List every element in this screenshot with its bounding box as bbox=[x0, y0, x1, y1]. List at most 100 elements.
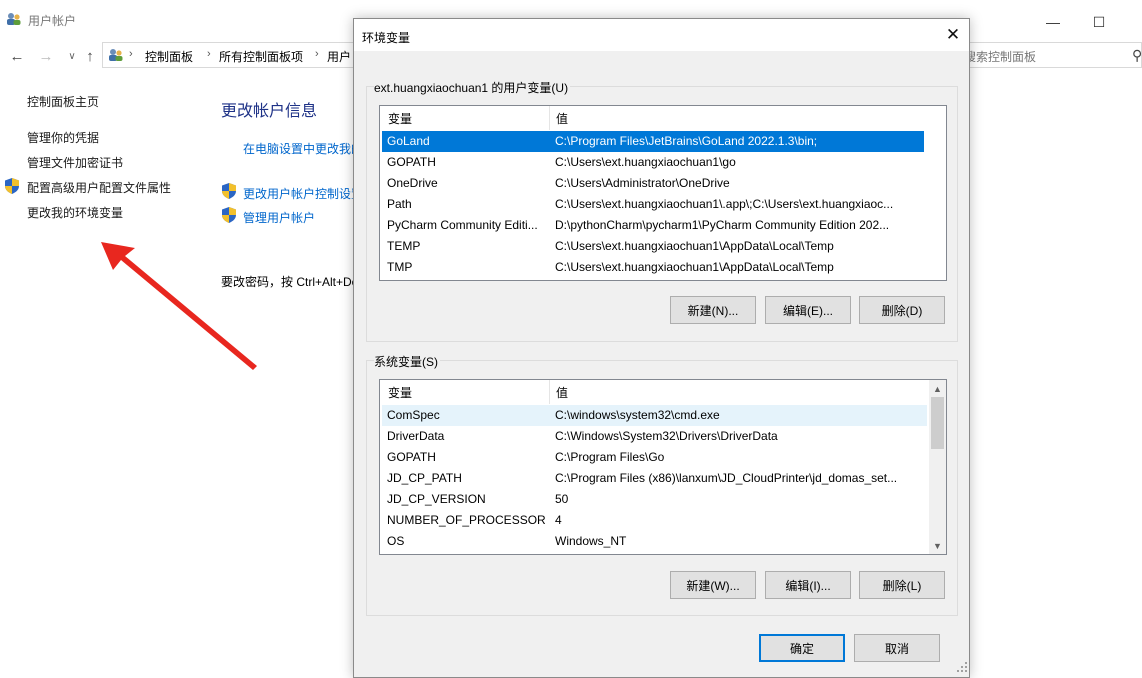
scroll-up-icon[interactable]: ▲ bbox=[929, 380, 946, 397]
link-pc-settings[interactable]: 在电脑设置中更改我的 bbox=[243, 140, 363, 157]
breadcrumb-separator-icon: › bbox=[207, 48, 211, 60]
variable-name: ComSpec bbox=[387, 408, 440, 422]
user-variables-label: ext.huangxiaochuan1 的用户变量(U) bbox=[374, 79, 571, 96]
up-arrow-icon[interactable]: ↑ bbox=[80, 46, 100, 66]
breadcrumb-all-items[interactable]: 所有控制面板项 bbox=[219, 48, 303, 65]
system-new-button[interactable]: 新建(W)... bbox=[670, 571, 756, 599]
window-title: 用户帐户 bbox=[28, 14, 77, 28]
system-variables-list[interactable]: 变量 值 ComSpec C:\windows\system32\cmd.exe D… bbox=[379, 379, 947, 555]
list-row[interactable]: Path C:\Users\ext.huangxiaochuan1\.app\;C… bbox=[382, 194, 924, 215]
ok-button[interactable]: 确定 bbox=[759, 634, 845, 662]
minimize-button[interactable]: — bbox=[1030, 8, 1076, 36]
variable-value: Windows_NT bbox=[555, 534, 627, 548]
variable-value: C:\Windows\System32\Drivers\DriverData bbox=[555, 429, 778, 443]
link-uac-settings[interactable]: 更改用户帐户控制设置 bbox=[243, 185, 363, 202]
dialog-titlebar: 环境变量 ✕ bbox=[354, 19, 969, 51]
user-delete-button[interactable]: 删除(D) bbox=[859, 296, 945, 324]
address-bar[interactable]: › 控制面板 › 所有控制面板项 › 用户 bbox=[102, 42, 360, 68]
variable-name: PyCharm Community Editi... bbox=[387, 218, 538, 232]
variable-value: C:\Users\Administrator\OneDrive bbox=[555, 176, 730, 190]
recent-locations-chevron-icon[interactable]: ∨ bbox=[62, 46, 82, 66]
system-variables-label: 系统变量(S) bbox=[374, 353, 440, 370]
variable-value: C:\Program Files\Go bbox=[555, 450, 665, 464]
list-row[interactable]: GOPATH C:\Users\ext.huangxiaochuan1\go bbox=[382, 152, 924, 173]
column-header-variable[interactable]: 变量 bbox=[388, 110, 412, 127]
list-row[interactable]: ComSpec C:\windows\system32\cmd.exe bbox=[382, 405, 927, 426]
system-delete-button[interactable]: 删除(L) bbox=[859, 571, 945, 599]
column-divider[interactable] bbox=[549, 106, 550, 130]
back-arrow-icon[interactable]: ← bbox=[7, 46, 27, 66]
variable-name: JD_CP_PATH bbox=[387, 471, 462, 485]
variable-value: C:\windows\system32\cmd.exe bbox=[555, 408, 720, 422]
search-icon[interactable]: ⚲ bbox=[1132, 47, 1142, 64]
variable-name: TEMP bbox=[387, 239, 421, 253]
sidebar-link-credentials[interactable]: 管理你的凭据 bbox=[27, 129, 99, 146]
list-header: 变量 值 bbox=[380, 380, 946, 404]
link-manage-accounts[interactable]: 管理用户帐户 bbox=[243, 209, 315, 226]
list-row[interactable]: GoLand C:\Program Files\JetBrains\GoLand … bbox=[382, 131, 924, 152]
variable-name: DriverData bbox=[387, 429, 445, 443]
system-edit-button[interactable]: 编辑(I)... bbox=[765, 571, 851, 599]
environment-variables-dialog: 环境变量 ✕ ext.huangxiaochuan1 的用户变量(U) 变量 值… bbox=[353, 18, 970, 678]
breadcrumb-separator-icon: › bbox=[129, 48, 133, 60]
variable-value: C:\Users\ext.huangxiaochuan1\.app\;C:\Us… bbox=[555, 197, 894, 211]
cancel-button[interactable]: 取消 bbox=[854, 634, 940, 662]
column-header-value[interactable]: 值 bbox=[556, 110, 568, 127]
vertical-scrollbar[interactable]: ▲ ▼ bbox=[929, 380, 946, 554]
variable-name: OS bbox=[387, 534, 405, 548]
uac-shield-icon bbox=[222, 207, 236, 223]
variable-name: OneDrive bbox=[387, 176, 438, 190]
sidebar-link-encryption-certs[interactable]: 管理文件加密证书 bbox=[27, 154, 123, 171]
search-input[interactable]: 搜索控制面板 ⚲ bbox=[962, 42, 1142, 68]
scrollbar-thumb[interactable] bbox=[931, 397, 944, 449]
list-row[interactable]: TEMP C:\Users\ext.huangxiaochuan1\AppData… bbox=[382, 236, 924, 257]
user-accounts-icon bbox=[7, 13, 21, 25]
dialog-title: 环境变量 bbox=[362, 31, 411, 45]
variable-value: C:\Program Files (x86)\lanxum\JD_CloudPr… bbox=[555, 471, 898, 485]
list-row[interactable]: OS Windows_NT bbox=[382, 531, 927, 552]
uac-shield-icon bbox=[5, 178, 19, 194]
sidebar-link-advanced-profile[interactable]: 配置高级用户配置文件属性 bbox=[27, 179, 171, 196]
resize-grip-icon[interactable] bbox=[954, 659, 968, 673]
list-row[interactable]: TMP C:\Users\ext.huangxiaochuan1\AppData\… bbox=[382, 257, 924, 278]
page-title: 更改帐户信息 bbox=[221, 103, 318, 120]
list-row[interactable]: JD_CP_VERSION 50 bbox=[382, 489, 927, 510]
variable-value: D:\pythonCharm\pycharm1\PyCharm Communit… bbox=[555, 218, 890, 232]
annotation-arrow-icon bbox=[101, 242, 257, 370]
column-header-variable[interactable]: 变量 bbox=[388, 384, 412, 401]
list-header: 变量 值 bbox=[380, 106, 946, 130]
breadcrumb-user-accounts[interactable]: 用户 bbox=[327, 48, 351, 65]
sidebar-link-env-vars[interactable]: 更改我的环境变量 bbox=[27, 204, 123, 221]
list-row[interactable]: DriverData C:\Windows\System32\Drivers\Dr… bbox=[382, 426, 927, 447]
uac-shield-icon bbox=[222, 183, 236, 199]
breadcrumb-control-panel[interactable]: 控制面板 bbox=[145, 48, 193, 65]
variable-value: C:\Users\ext.huangxiaochuan1\go bbox=[555, 155, 736, 169]
search-placeholder: 搜索控制面板 bbox=[964, 50, 1037, 64]
variable-name: NUMBER_OF_PROCESSORS bbox=[387, 513, 545, 527]
variable-value: 50 bbox=[555, 492, 569, 506]
user-new-button[interactable]: 新建(N)... bbox=[670, 296, 756, 324]
scroll-down-icon[interactable]: ▼ bbox=[929, 537, 946, 554]
user-variables-list[interactable]: 变量 值 GoLand C:\Program Files\JetBrains\Go… bbox=[379, 105, 947, 281]
variable-name: JD_CP_VERSION bbox=[387, 492, 486, 506]
control-panel-icon bbox=[109, 49, 123, 61]
column-header-value[interactable]: 值 bbox=[556, 384, 568, 401]
variable-value: C:\Users\ext.huangxiaochuan1\AppData\Loc… bbox=[555, 239, 834, 253]
variable-name: GOPATH bbox=[387, 450, 436, 464]
column-divider[interactable] bbox=[549, 380, 550, 404]
list-row[interactable]: NUMBER_OF_PROCESSORS 4 bbox=[382, 510, 927, 531]
breadcrumb-separator-icon: › bbox=[315, 48, 319, 60]
variable-value: 4 bbox=[555, 513, 562, 527]
variable-value: C:\Program Files\JetBrains\GoLand 2022.1… bbox=[555, 134, 818, 148]
maximize-button[interactable]: ☐ bbox=[1076, 8, 1122, 36]
user-edit-button[interactable]: 编辑(E)... bbox=[765, 296, 851, 324]
forward-arrow-icon[interactable]: → bbox=[36, 46, 56, 66]
variable-value: C:\Users\ext.huangxiaochuan1\AppData\Loc… bbox=[555, 260, 834, 274]
close-icon[interactable]: ✕ bbox=[939, 23, 967, 47]
list-row[interactable]: PyCharm Community Editi... D:\pythonCharm… bbox=[382, 215, 924, 236]
list-row[interactable]: OneDrive C:\Users\Administrator\OneDrive bbox=[382, 173, 924, 194]
sidebar-home-link[interactable]: 控制面板主页 bbox=[27, 93, 99, 110]
variable-name: Path bbox=[387, 197, 412, 211]
list-row[interactable]: JD_CP_PATH C:\Program Files (x86)\lanxum\… bbox=[382, 468, 927, 489]
list-row[interactable]: GOPATH C:\Program Files\Go bbox=[382, 447, 927, 468]
